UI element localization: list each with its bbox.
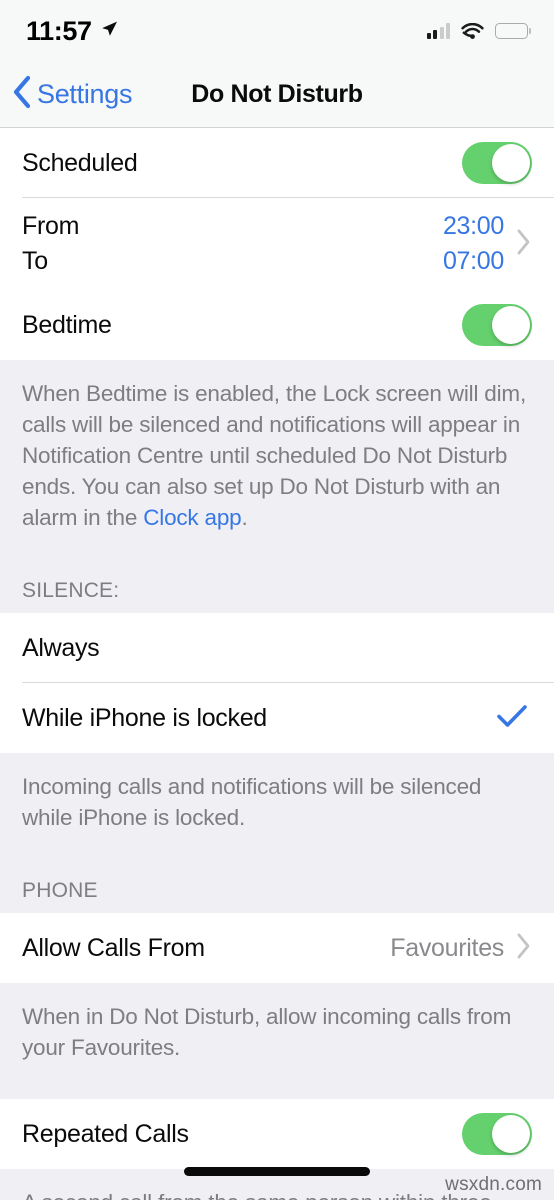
allow-calls-from-label: Allow Calls From <box>22 933 205 962</box>
row-bedtime[interactable]: Bedtime <box>0 290 554 360</box>
clock-app-link[interactable]: Clock app <box>143 505 241 530</box>
row-scheduled[interactable]: Scheduled <box>0 128 554 198</box>
bedtime-label: Bedtime <box>22 310 112 339</box>
allow-calls-footer: When in Do Not Disturb, allow incoming c… <box>0 983 554 1063</box>
bedtime-footer: When Bedtime is enabled, the Lock screen… <box>0 360 554 533</box>
from-to-values: 23:00 07:00 <box>443 212 504 276</box>
row-repeated-calls[interactable]: Repeated Calls <box>0 1099 554 1169</box>
schedule-group: Scheduled From To 23:00 07:00 Bedtime <box>0 128 554 360</box>
bedtime-toggle[interactable] <box>462 304 532 346</box>
navigation-bar: Settings Do Not Disturb <box>0 62 554 128</box>
repeated-calls-group: Repeated Calls <box>0 1099 554 1169</box>
chevron-right-icon <box>516 932 532 965</box>
bedtime-footer-text-end: . <box>241 505 248 530</box>
location-arrow-icon <box>99 19 119 44</box>
from-value: 23:00 <box>442 212 504 240</box>
home-indicator[interactable] <box>184 1167 370 1176</box>
silence-always-label: Always <box>22 633 100 662</box>
iphone-screen: 11:57 Settings Do Not Disturb Scheduled … <box>0 0 554 1200</box>
chevron-right-icon <box>516 228 532 261</box>
status-bar-right <box>426 22 531 40</box>
row-from-to[interactable]: From To 23:00 07:00 <box>0 198 554 290</box>
chevron-left-icon <box>12 75 32 114</box>
allow-calls-from-value: Favourites <box>390 933 504 962</box>
wifi-icon <box>461 22 484 40</box>
from-to-labels: From To <box>22 212 443 276</box>
spacer-after-silence-footer <box>0 833 554 879</box>
to-value: 07:00 <box>442 247 504 275</box>
status-bar-clock: 11:57 <box>26 15 92 46</box>
silence-section-header: SILENCE: <box>0 579 554 613</box>
allow-calls-group: Allow Calls From Favourites <box>0 913 554 983</box>
watermark: wsxdn.com <box>445 1174 542 1195</box>
scheduled-toggle[interactable] <box>462 142 532 184</box>
cellular-signal-icon <box>426 23 450 39</box>
row-allow-calls-from[interactable]: Allow Calls From Favourites <box>0 913 554 983</box>
from-label: From <box>22 212 80 240</box>
back-button[interactable]: Settings <box>12 62 132 127</box>
status-bar: 11:57 <box>0 0 554 62</box>
status-bar-left: 11:57 <box>26 16 119 47</box>
spacer-after-allow-calls-footer <box>0 1063 554 1099</box>
battery-icon <box>495 23 531 39</box>
row-silence-while-locked[interactable]: While iPhone is locked <box>0 683 554 753</box>
repeated-calls-toggle[interactable] <box>462 1113 532 1155</box>
back-button-label: Settings <box>37 79 133 109</box>
bedtime-footer-text: When Bedtime is enabled, the Lock screen… <box>22 381 526 530</box>
checkmark-icon <box>496 703 528 734</box>
silence-while-locked-label: While iPhone is locked <box>22 703 267 732</box>
phone-section-header: PHONE <box>0 879 554 913</box>
silence-footer: Incoming calls and notifications will be… <box>0 753 554 833</box>
silence-group: Always While iPhone is locked <box>0 613 554 753</box>
scheduled-label: Scheduled <box>22 148 138 177</box>
row-silence-always[interactable]: Always <box>0 613 554 683</box>
settings-list[interactable]: Scheduled From To 23:00 07:00 Bedtime Wh… <box>0 128 554 1200</box>
repeated-calls-label: Repeated Calls <box>22 1119 189 1148</box>
spacer-after-bedtime-footer <box>0 533 554 579</box>
to-label: To <box>22 247 48 275</box>
